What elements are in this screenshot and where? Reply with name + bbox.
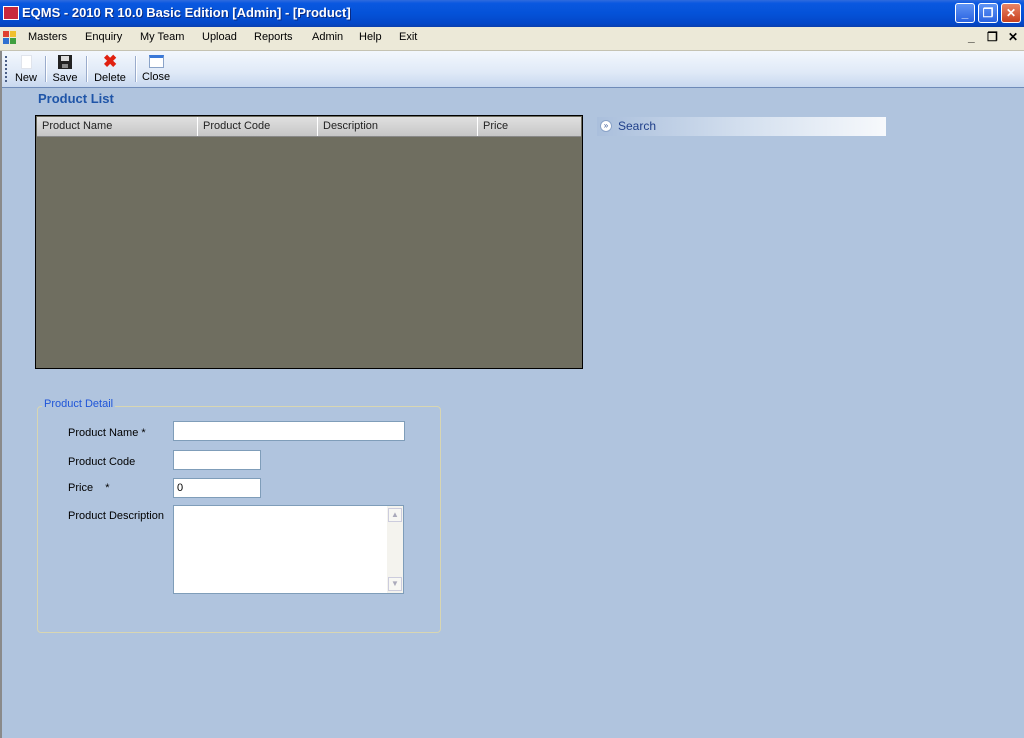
description-scrollbar[interactable]: ▲ ▼ bbox=[387, 506, 403, 593]
toolbar-separator bbox=[86, 56, 88, 82]
product-list-grid[interactable]: Product Name Product Code Description Pr… bbox=[35, 115, 583, 369]
scroll-down-button[interactable]: ▼ bbox=[388, 577, 402, 591]
delete-label: Delete bbox=[94, 72, 126, 84]
new-document-icon bbox=[20, 55, 32, 69]
close-button[interactable]: Close bbox=[140, 53, 172, 85]
column-header-product-code[interactable]: Product Code bbox=[198, 117, 318, 136]
restore-button[interactable]: ❐ bbox=[978, 3, 998, 23]
close-label: Close bbox=[141, 71, 171, 83]
product-name-input[interactable] bbox=[173, 421, 405, 441]
search-panel[interactable]: » Search bbox=[597, 117, 886, 136]
delete-button[interactable]: ✖ Delete bbox=[91, 53, 129, 85]
mdi-child-icon[interactable] bbox=[3, 31, 17, 45]
product-code-input[interactable] bbox=[173, 450, 261, 470]
window-left-border bbox=[0, 51, 2, 738]
toolbar-grip[interactable] bbox=[5, 56, 7, 82]
toolbar: New Save ✖ Delete Close bbox=[0, 51, 1024, 88]
save-button[interactable]: Save bbox=[50, 53, 80, 85]
product-description-textarea[interactable]: ▲ ▼ bbox=[173, 505, 404, 594]
app-icon bbox=[3, 6, 19, 20]
menu-bar: Masters Enquiry My Team Upload Reports A… bbox=[0, 27, 1024, 51]
toolbar-separator bbox=[45, 56, 47, 82]
product-code-label: Product Code bbox=[68, 456, 136, 468]
menu-upload[interactable]: Upload bbox=[202, 31, 237, 43]
window-close-icon bbox=[148, 55, 164, 68]
menu-reports[interactable]: Reports bbox=[254, 31, 293, 43]
close-window-button[interactable]: ✕ bbox=[1001, 3, 1021, 23]
menu-my-team[interactable]: My Team bbox=[140, 31, 184, 43]
menu-enquiry[interactable]: Enquiry bbox=[85, 31, 122, 43]
new-button[interactable]: New bbox=[12, 53, 40, 85]
scroll-up-button[interactable]: ▲ bbox=[388, 508, 402, 522]
menu-admin[interactable]: Admin bbox=[312, 31, 343, 43]
menu-exit[interactable]: Exit bbox=[399, 31, 417, 43]
product-name-label: Product Name * bbox=[68, 427, 146, 439]
column-header-product-name[interactable]: Product Name bbox=[37, 117, 198, 136]
title-bar: EQMS - 2010 R 10.0 Basic Edition [Admin]… bbox=[0, 0, 1024, 27]
product-detail-title: Product Detail bbox=[42, 398, 116, 410]
product-description-label: Product Description bbox=[68, 510, 164, 522]
chevron-double-down-icon[interactable]: » bbox=[600, 120, 612, 132]
search-label[interactable]: Search bbox=[618, 119, 656, 133]
minimize-button[interactable]: _ bbox=[955, 3, 975, 23]
red-x-icon: ✖ bbox=[103, 52, 118, 71]
floppy-disk-icon bbox=[58, 55, 72, 69]
window-title: EQMS - 2010 R 10.0 Basic Edition [Admin]… bbox=[22, 5, 351, 20]
mdi-minimize-button[interactable]: _ bbox=[968, 30, 975, 44]
column-header-price[interactable]: Price bbox=[478, 117, 581, 136]
menu-help[interactable]: Help bbox=[359, 31, 382, 43]
product-list-title: Product List bbox=[38, 91, 114, 106]
column-header-description[interactable]: Description bbox=[318, 117, 478, 136]
toolbar-separator bbox=[135, 56, 137, 82]
new-label: New bbox=[14, 72, 37, 84]
save-label: Save bbox=[52, 72, 78, 84]
grid-header: Product Name Product Code Description Pr… bbox=[37, 117, 581, 137]
price-label: Price * bbox=[68, 482, 110, 494]
mdi-close-button[interactable]: ✕ bbox=[1008, 30, 1018, 44]
menu-masters[interactable]: Masters bbox=[28, 31, 67, 43]
mdi-restore-button[interactable]: ❐ bbox=[987, 30, 998, 44]
price-input[interactable]: 0 bbox=[173, 478, 261, 498]
